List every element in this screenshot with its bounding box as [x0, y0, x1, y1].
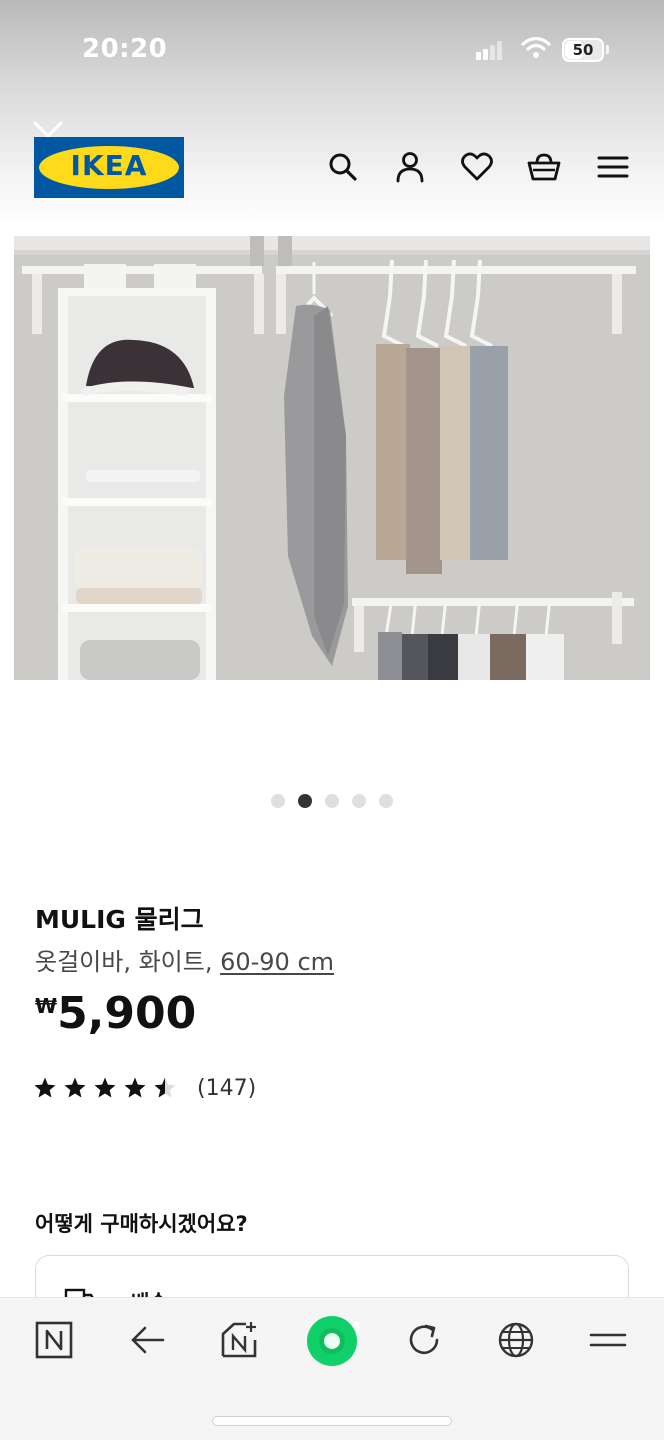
carousel-dot[interactable] [271, 794, 285, 808]
product-size-link[interactable]: 60-90 cm [220, 948, 334, 976]
status-bar: 20:20 50 [0, 0, 664, 100]
rating-row[interactable]: (147) [33, 1074, 256, 1102]
product-name: MULIG 물리그 [35, 905, 204, 934]
heart-icon[interactable] [460, 150, 494, 184]
basket-icon[interactable] [527, 150, 561, 184]
star-icon [64, 1077, 86, 1098]
carousel-dot[interactable] [379, 794, 393, 808]
product-image[interactable] [14, 236, 650, 680]
carousel-dots[interactable] [271, 794, 393, 808]
naver-n-icon[interactable] [34, 1320, 74, 1360]
hamburger-menu-icon[interactable] [588, 1320, 628, 1360]
purchase-heading: 어떻게 구매하시겠어요? [35, 1212, 248, 1236]
product-description: 옷걸이바, 화이트, 60-90 cm [35, 942, 334, 977]
price-currency: ₩ [35, 994, 58, 1018]
status-time: 20:20 [82, 34, 168, 64]
logo-text: IKEA [70, 149, 148, 182]
back-arrow-icon[interactable] [128, 1320, 168, 1360]
star-icon [124, 1077, 146, 1098]
battery-nub [606, 45, 609, 54]
search-icon[interactable] [326, 150, 360, 184]
naver-new-tab-icon[interactable] [220, 1320, 260, 1360]
star-icon [94, 1077, 116, 1098]
globe-icon[interactable] [496, 1320, 536, 1360]
price-amount: 5,900 [57, 988, 197, 1039]
menu-icon[interactable] [596, 150, 630, 184]
refresh-icon[interactable] [404, 1320, 444, 1360]
carousel-dot[interactable] [298, 794, 312, 808]
product-photo-illustration [14, 236, 650, 680]
product-price: ₩5,900 [35, 988, 196, 1039]
green-dot-home-icon[interactable] [305, 1314, 359, 1368]
star-icon [34, 1077, 56, 1098]
half-star-icon [154, 1077, 176, 1098]
review-count: (147) [197, 1075, 257, 1101]
home-indicator[interactable] [213, 1417, 451, 1425]
carousel-dot[interactable] [352, 794, 366, 808]
carousel-dot[interactable] [325, 794, 339, 808]
ikea-logo[interactable]: IKEA [34, 137, 184, 198]
cellular-signal-icon [476, 40, 504, 60]
product-type-color: 옷걸이바, 화이트, [35, 948, 221, 976]
battery-indicator: 50 [562, 38, 604, 62]
account-icon[interactable] [393, 150, 427, 184]
wifi-icon [521, 36, 551, 58]
